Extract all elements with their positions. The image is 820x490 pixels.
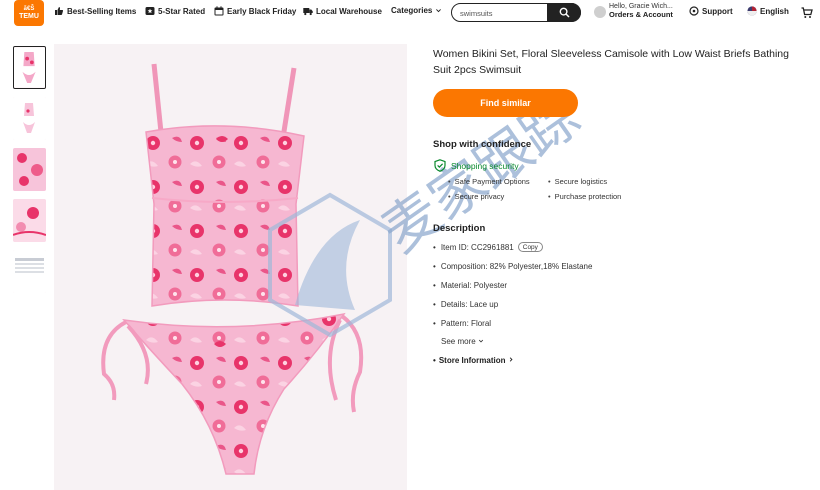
bullet: • [433,300,436,309]
language-selector[interactable]: English [747,6,789,16]
nav-label: 5-Star Rated [158,6,206,16]
flag-icon [747,6,757,16]
feature-item: Safe Payment Options [448,177,530,186]
support-link[interactable]: Support [689,6,733,16]
nav-label: Categories [391,6,433,15]
nav-early-black-friday[interactable]: Early Black Friday [214,6,296,16]
detail-text: Material: Polyester [440,281,508,290]
nav-five-star[interactable]: 5-Star Rated [145,6,205,16]
detail-row: • Material: Polyester [433,281,507,290]
truck-icon [303,8,313,16]
thumbs-up-icon [55,7,64,15]
thumbnail-5[interactable] [13,250,46,293]
nav-local-warehouse[interactable]: Local Warehouse [303,6,382,16]
chevron-down-icon [436,9,442,13]
cart-button[interactable] [801,6,813,24]
copy-button[interactable]: Copy [517,242,543,252]
thumbnail-3[interactable] [13,148,46,191]
top-nav-bar: ã€Š TEMU Best-Selling Items 5-Star Rated… [0,0,820,26]
star-badge-icon [145,7,155,15]
account-text: Hello, Gracie Wich... Orders & Account [609,3,673,20]
item-id-row: • Item ID: CC2961881 Copy [433,242,543,252]
cart-icon [801,7,813,18]
detail-row: • Details: Lace up [433,300,498,309]
bullet: • [433,356,436,365]
bikini-back-thumbnail [13,97,46,140]
thumbnail-1[interactable] [13,46,46,89]
store-information-link[interactable]: • Store Information [433,356,514,365]
detail-text: Pattern: Floral [440,319,492,328]
thumbnail-4[interactable] [13,199,46,242]
nav-label: Early Black Friday [227,6,297,16]
description-heading: Description [433,223,486,234]
find-similar-button[interactable]: Find similar [433,89,578,117]
feature-item: Secure logistics [548,177,608,186]
chevron-down-icon [478,339,484,343]
bullet: • [433,319,436,328]
product-title: Women Bikini Set, Floral Sleeveless Cami… [433,48,789,76]
orders-account-label: Orders & Account [609,10,673,19]
shop-confidence-heading: Shop with confidence [433,139,532,150]
avatar [594,5,606,18]
support-label: Support [702,6,733,16]
size-chart-thumbnail [13,250,46,293]
bottoms-closeup-thumbnail [13,199,46,242]
nav-label: Local Warehouse [316,6,382,16]
see-more-link[interactable]: See more [441,337,484,346]
thumbnail-2[interactable] [13,97,46,140]
chevron-right-icon [509,357,513,362]
bikini-set-illustration [101,63,364,475]
nav-best-selling[interactable]: Best-Selling Items [54,6,136,16]
calendar-icon [214,6,224,16]
see-more-label: See more [441,337,476,346]
detail-text: Details: Lace up [440,300,499,309]
bullet: • [433,242,436,252]
detail-row: • Pattern: Floral [433,319,491,328]
logo-text: TEMU [19,13,39,20]
store-information-label: Store Information [438,356,506,365]
feature-item: Purchase protection [548,192,622,201]
language-label: English [760,6,789,16]
fabric-closeup-thumbnail [13,148,46,191]
search-icon [559,7,570,18]
feature-item: Secure privacy [448,192,505,201]
detail-text: Composition: 82% Polyester,18% Elastane [440,262,593,271]
bullet: • [433,281,436,290]
shield-check-icon [434,159,446,172]
search-input[interactable] [460,7,540,19]
account-menu[interactable]: Hello, Gracie Wich... Orders & Account [594,3,673,20]
search-button[interactable] [547,3,581,22]
bikini-set-thumbnail [14,47,45,88]
shopping-security[interactable]: Shopping security [434,159,519,172]
thumbnail-list [13,46,47,301]
search-box [451,3,581,22]
headset-icon [689,6,699,16]
item-id: Item ID: CC2961881 [440,242,514,252]
detail-row: • Composition: 82% Polyester,18% Elastane [433,262,592,271]
nav-label: Best-Selling Items [67,6,137,16]
shopping-security-label: Shopping security [451,160,519,171]
nav-categories[interactable]: Categories [391,6,442,15]
temu-logo[interactable]: ã€Š TEMU [14,0,44,26]
bullet: • [433,262,436,271]
main-product-image[interactable] [54,44,407,490]
logo-mark: ã€Š [23,6,35,12]
